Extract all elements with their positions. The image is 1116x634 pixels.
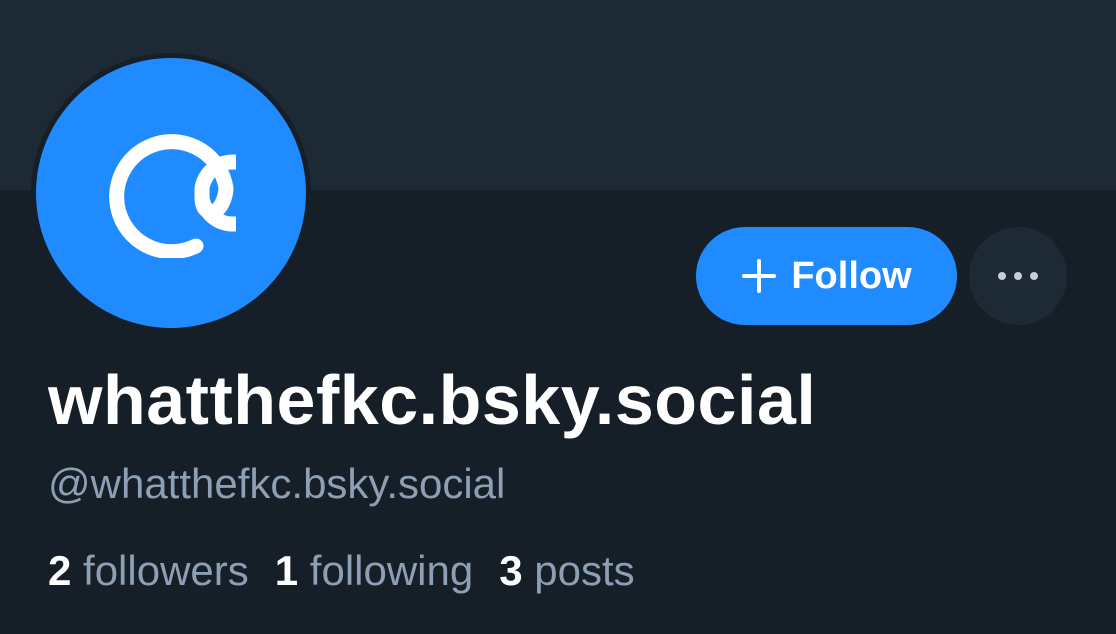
followers-count: 2	[48, 547, 72, 594]
profile-handle: @whatthefkc.bsky.social	[48, 460, 506, 507]
avatar-circle	[36, 58, 306, 328]
more-options-button[interactable]	[969, 227, 1067, 325]
following-count: 1	[274, 547, 299, 594]
following-label: following	[309, 547, 474, 594]
followers-label: followers	[83, 547, 249, 594]
ellipsis-icon	[998, 272, 1038, 280]
posts-count: 3	[499, 547, 523, 594]
follow-button[interactable]: Follow	[696, 227, 957, 325]
at-sign-icon	[109, 134, 236, 258]
display-name: whatthefkc.bsky.social	[48, 361, 817, 439]
following-link[interactable]: 1 following	[275, 547, 473, 594]
follow-button-label: Follow	[791, 254, 912, 297]
profile-stats: 2 followers 1 following 3 posts	[48, 546, 635, 596]
profile-avatar[interactable]	[31, 53, 311, 333]
followers-link[interactable]: 2 followers	[48, 547, 249, 594]
posts-stat: 3 posts	[499, 547, 634, 594]
posts-label: posts	[534, 547, 635, 594]
plus-icon	[742, 259, 777, 293]
